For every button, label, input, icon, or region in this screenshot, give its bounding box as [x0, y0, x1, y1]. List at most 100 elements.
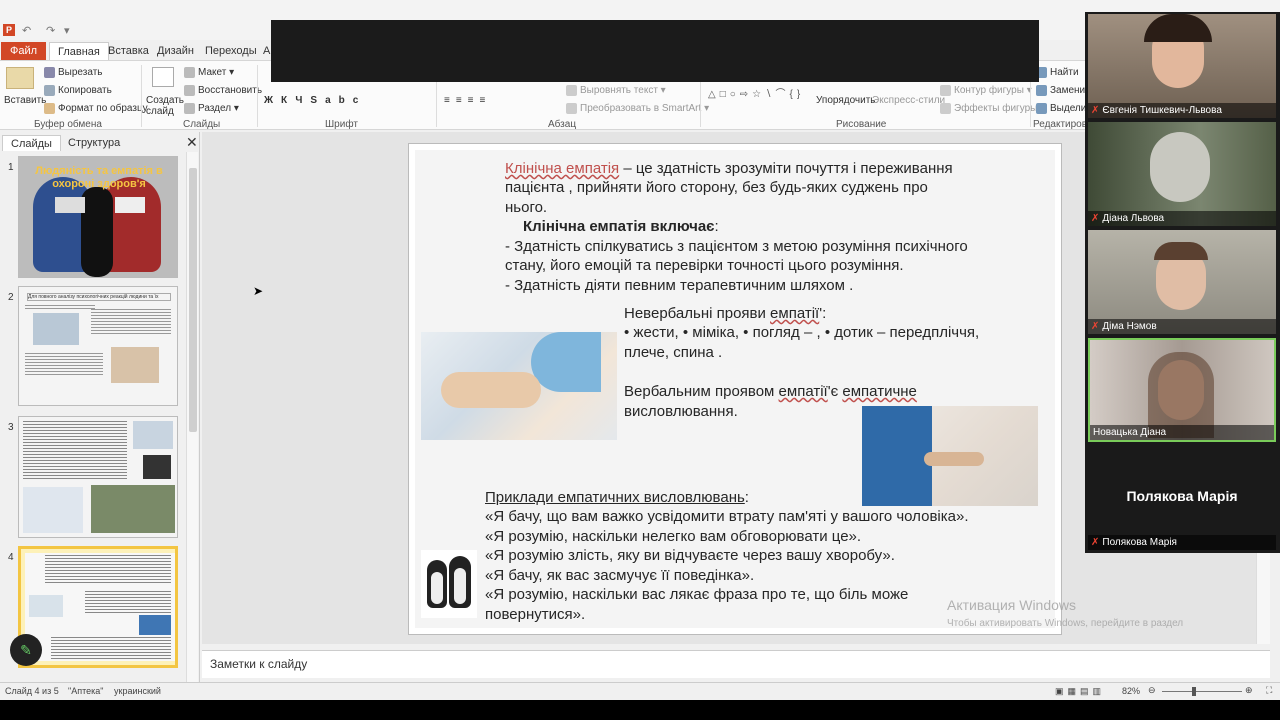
- tab-insert[interactable]: Вставка: [108, 42, 149, 60]
- slide-thumbnail-4-selected[interactable]: [18, 546, 178, 668]
- customize-qa-icon[interactable]: ▾: [64, 24, 70, 37]
- zoom-in-icon[interactable]: ⊕: [1245, 685, 1253, 696]
- new-slide-button[interactable]: Создать слайд: [146, 95, 184, 117]
- example-4: «Я бачу, як вас засмучує її поведінка».: [485, 567, 755, 584]
- definition-text: – це здатність зрозуміти почуття і переж…: [619, 160, 953, 177]
- tab-design[interactable]: Дизайн: [157, 42, 194, 60]
- thumb-image: [115, 197, 145, 213]
- divider: [257, 65, 258, 127]
- powerpoint-logo-icon: P: [3, 24, 15, 36]
- shapes-gallery[interactable]: △□○⇨☆∖⌒{}: [708, 85, 804, 100]
- fit-slide-icon[interactable]: ⛶: [1266, 685, 1272, 696]
- bottom-bar: [0, 700, 1280, 720]
- example-2: «Я розумію, наскільки нелегко вам обгово…: [485, 528, 862, 545]
- thumb-image: [133, 421, 173, 449]
- scrollbar-thumb[interactable]: [189, 168, 197, 432]
- examples-heading: Приклади емпатичних висловлювань:: [485, 488, 749, 508]
- arrange-button[interactable]: Упорядочить: [816, 95, 876, 106]
- penguin-belly: [454, 568, 466, 604]
- thumb-text-lines: [23, 421, 127, 479]
- thumb-text-lines: [25, 305, 95, 311]
- includes-item-2: - Здатність діяти певним терапевтичним ш…: [505, 277, 854, 294]
- shape-outline-button[interactable]: Контур фигуры ▾: [940, 85, 1032, 96]
- example-1: «Я бачу, що вам важко усвідомити втрату …: [485, 508, 969, 525]
- slide-canvas[interactable]: Клінічна емпатія – це здатність зрозуміт…: [408, 143, 1062, 635]
- thumb-image: [23, 487, 83, 533]
- includes-item-1b: стану, його емоцій та перевірки точності…: [505, 257, 904, 274]
- participant-tile[interactable]: Полякова Марія ✗ Полякова Марія: [1088, 446, 1276, 550]
- align-text-label: Выровнять текст: [580, 85, 658, 97]
- name-text: Полякова Марія: [1102, 537, 1177, 548]
- nonverbal-colon: ':: [819, 305, 827, 322]
- layout-label: Макет: [198, 67, 227, 79]
- paragraph-align-buttons[interactable]: ≡≡≡≡: [444, 95, 491, 106]
- tab-transitions[interactable]: Переходы: [205, 42, 257, 60]
- thumb-text-lines: [91, 309, 171, 335]
- font-format-buttons[interactable]: ЖКЧSabc: [264, 95, 366, 106]
- nurse-uniform: [862, 406, 932, 506]
- layout-icon: [184, 67, 195, 78]
- tab-outline[interactable]: Структура: [60, 135, 128, 151]
- tab-file[interactable]: Файл: [1, 42, 46, 60]
- tab-slides[interactable]: Слайды: [2, 135, 61, 151]
- section-label: Раздел: [198, 103, 232, 115]
- face-silhouette: [81, 187, 113, 277]
- copy-icon: [44, 85, 55, 96]
- zoom-slider[interactable]: [1162, 691, 1242, 692]
- participant-tile-active[interactable]: Новацька Діана: [1088, 338, 1276, 442]
- nonverbal-list-2: плече, спина .: [624, 344, 723, 361]
- notes-pane[interactable]: Заметки к слайду: [202, 650, 1270, 678]
- penguins-image: [421, 550, 477, 618]
- mic-muted-icon: ✗: [1091, 213, 1100, 224]
- new-slide-icon[interactable]: [152, 67, 174, 87]
- thumb-text-lines: [25, 353, 103, 375]
- smartart-button[interactable]: Преобразовать в SmartArt ▾: [566, 103, 709, 114]
- close-pane-icon[interactable]: ✕: [186, 134, 198, 151]
- nonverbal-heading: Невербальні прояви емпатії':: [624, 304, 826, 324]
- activation-watermark-text: Чтобы активировать Windows, перейдите в …: [947, 618, 1184, 629]
- thumb-image: [111, 347, 159, 383]
- quick-styles-button[interactable]: Экспресс-стили: [872, 95, 945, 106]
- paste-icon[interactable]: [6, 67, 34, 89]
- thumb-image: [29, 595, 63, 617]
- pen-icon[interactable]: ✎: [10, 634, 42, 666]
- mic-muted-icon: ✗: [1091, 537, 1100, 548]
- slide-thumbnail-1[interactable]: Людяність та емпатія в охороні здоров'я: [18, 156, 178, 278]
- replace-icon: [1036, 85, 1047, 96]
- layout-button[interactable]: Макет ▾: [184, 67, 234, 78]
- participant-tile[interactable]: ✗ Діма Нэмов: [1088, 230, 1276, 334]
- video-gallery: ✗ Євгенія Тишкевич-Львова ✗ Діана Львова ✗…: [1085, 12, 1280, 553]
- thumb-number: 1: [8, 162, 14, 173]
- align-text-button[interactable]: Выровнять текст ▾: [566, 85, 666, 96]
- reset-button[interactable]: Восстановить: [184, 85, 262, 96]
- cut-button[interactable]: Вырезать: [44, 67, 102, 78]
- zoom-out-icon[interactable]: ⊖: [1148, 685, 1156, 696]
- thumb-text-lines: [51, 637, 171, 659]
- undo-icon[interactable]: ↶: [22, 24, 31, 37]
- definition-line-1: Клінічна емпатія – це здатність зрозуміт…: [505, 159, 953, 179]
- slides-scrollbar[interactable]: [186, 152, 198, 682]
- zoom-level[interactable]: 82%: [1122, 686, 1140, 696]
- copy-button[interactable]: Копировать: [44, 85, 112, 96]
- section-button[interactable]: Раздел ▾: [184, 103, 239, 114]
- participant-name: ✗ Діма Нэмов: [1088, 319, 1276, 334]
- notes-placeholder: Заметки к слайду: [210, 657, 308, 671]
- theme-name: "Аптека": [68, 686, 104, 696]
- participant-tile[interactable]: ✗ Євгенія Тишкевич-Львова: [1088, 14, 1276, 118]
- verbal-is: 'є: [827, 383, 843, 400]
- slide-thumbnail-3[interactable]: [18, 416, 178, 538]
- find-button[interactable]: Найти: [1036, 67, 1079, 78]
- format-painter-button[interactable]: Формат по образцу: [44, 103, 148, 114]
- reset-icon: [184, 85, 195, 96]
- slide-thumbnail-2[interactable]: Для повного аналізу психологічних реакці…: [18, 286, 178, 406]
- tab-animations[interactable]: А: [263, 42, 270, 60]
- language[interactable]: украинский: [114, 686, 161, 696]
- tab-home[interactable]: Главная: [49, 42, 109, 60]
- paste-button[interactable]: Вставить: [4, 95, 46, 106]
- group-editing-label: Редактирова: [1033, 119, 1093, 130]
- participant-tile[interactable]: ✗ Діана Львова: [1088, 122, 1276, 226]
- view-buttons[interactable]: ▣▦▤▥: [1055, 686, 1105, 697]
- zoom-slider-thumb[interactable]: [1192, 687, 1196, 696]
- redo-icon[interactable]: ↷: [46, 24, 55, 37]
- participant-big-name: Полякова Марія: [1126, 488, 1238, 504]
